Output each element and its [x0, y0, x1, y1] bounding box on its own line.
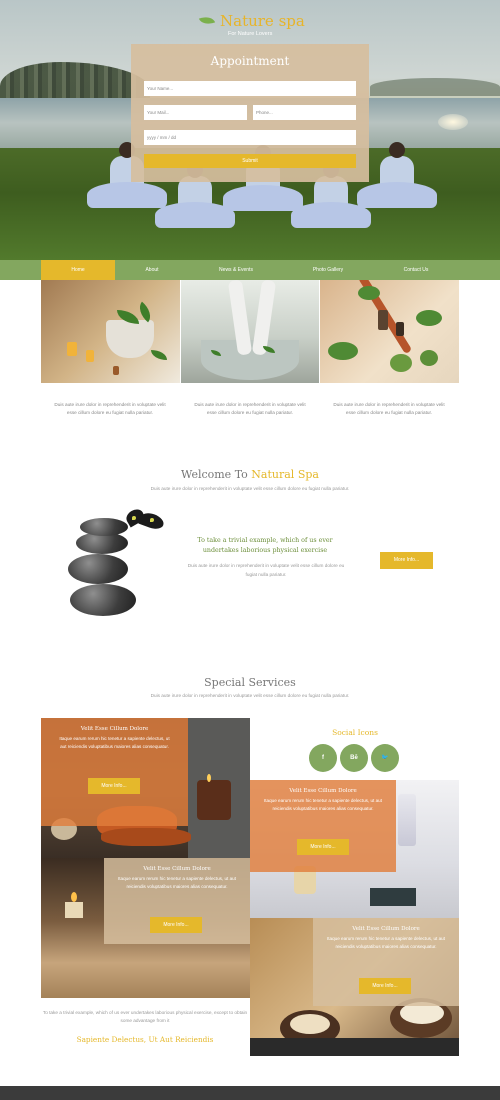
gallery-caption: Duis aute irure dolor in reprehenderit i…: [54, 402, 166, 415]
brand-tagline: For Nature Lovers: [228, 31, 273, 37]
behance-icon[interactable]: Bē: [340, 744, 368, 772]
phone-input[interactable]: Phone...: [253, 105, 356, 120]
date-input[interactable]: yyyy / mm / dd: [144, 130, 356, 145]
gallery-image-herbs: [41, 280, 180, 383]
butterfly-icon: [123, 506, 166, 538]
twitter-icon[interactable]: 🐦: [371, 744, 399, 772]
stacked-stones-image: [62, 506, 172, 618]
nav-item-news-events[interactable]: News & Events: [189, 260, 283, 280]
service-card-title: Velit Esse Cillum Dolore: [80, 726, 149, 732]
brand-name: Nature spa: [220, 12, 305, 30]
service-card-text: Itaque earum rerum hic tenetur a sapient…: [118, 876, 236, 889]
gallery-image-spices: [320, 280, 459, 383]
nav-item-contact-us[interactable]: Contact Us: [373, 260, 459, 280]
services-bottom-title: Sapiente Delectus, Ut Aut Reiciendis: [76, 1035, 214, 1044]
service-card-text: Itaque earum rerum hic tenetur a sapient…: [327, 936, 445, 949]
hero-banner: Nature spa For Nature Lovers Appointment…: [0, 0, 500, 260]
nav-item-about[interactable]: About: [115, 260, 189, 280]
service-card: Velit Esse Cillum Dolore Itaque earum re…: [250, 780, 396, 872]
nav-item-home[interactable]: Home: [41, 260, 115, 280]
appointment-title: Appointment: [210, 54, 290, 68]
welcome-more-info-button[interactable]: More Info...: [380, 552, 433, 569]
service-card-title: Velit Esse Cillum Dolore: [143, 866, 211, 872]
hero-trees-far: [370, 78, 500, 96]
welcome-title-plain: Welcome To: [181, 468, 252, 481]
welcome-heading: To take a trivial example, which of us e…: [197, 537, 333, 554]
welcome-text: Duis aute irure dolor in reprehenderit i…: [187, 563, 345, 577]
service-card-title: Velit Esse Cillum Dolore: [352, 926, 420, 932]
welcome-title-highlight: Natural Spa: [251, 468, 319, 481]
services-bottom-text: To take a trivial example, which of us e…: [42, 1010, 248, 1023]
welcome-subtitle: Duis aute irure dolor in reprehenderit i…: [150, 486, 350, 491]
hero-sun: [438, 114, 468, 130]
services-subtitle: Duis aute irure dolor in reprehenderit i…: [150, 693, 350, 698]
nav-item-photo-gallery[interactable]: Photo Gallery: [283, 260, 373, 280]
appointment-form: Appointment Your Name... Your Mail... Ph…: [131, 44, 369, 182]
service-card-text: Itaque earum rerum hic tenetur a sapient…: [264, 798, 382, 811]
welcome-title: Welcome To Natural Spa: [0, 468, 500, 481]
services-title: Special Services: [204, 676, 296, 689]
name-input[interactable]: Your Name...: [144, 81, 356, 96]
main-nav: Home About News & Events Photo Gallery C…: [0, 260, 500, 280]
social-icons-title: Social Icons: [332, 728, 378, 737]
footer-bar: [0, 1086, 500, 1100]
service-more-info-button[interactable]: More Info...: [150, 917, 202, 933]
hero-trees: [0, 62, 150, 102]
gallery-image-foot-bath: [181, 280, 319, 383]
gallery-caption: Duis aute irure dolor in reprehenderit i…: [333, 402, 445, 415]
service-card-text: Itaque earum rerum hic tenetur a sapient…: [59, 736, 170, 749]
service-more-info-button[interactable]: More Info...: [297, 839, 349, 855]
email-input[interactable]: Your Mail...: [144, 105, 247, 120]
service-more-info-button[interactable]: More Info...: [88, 778, 140, 794]
leaf-icon: [198, 13, 216, 28]
facebook-icon[interactable]: f: [309, 744, 337, 772]
service-card: Velit Esse Cillum Dolore Itaque earum re…: [41, 718, 188, 826]
gallery-caption: Duis aute irure dolor in reprehenderit i…: [194, 402, 306, 415]
service-card-title: Velit Esse Cillum Dolore: [289, 788, 357, 794]
service-more-info-button[interactable]: More Info...: [359, 978, 411, 994]
submit-button[interactable]: Submit: [144, 154, 356, 168]
